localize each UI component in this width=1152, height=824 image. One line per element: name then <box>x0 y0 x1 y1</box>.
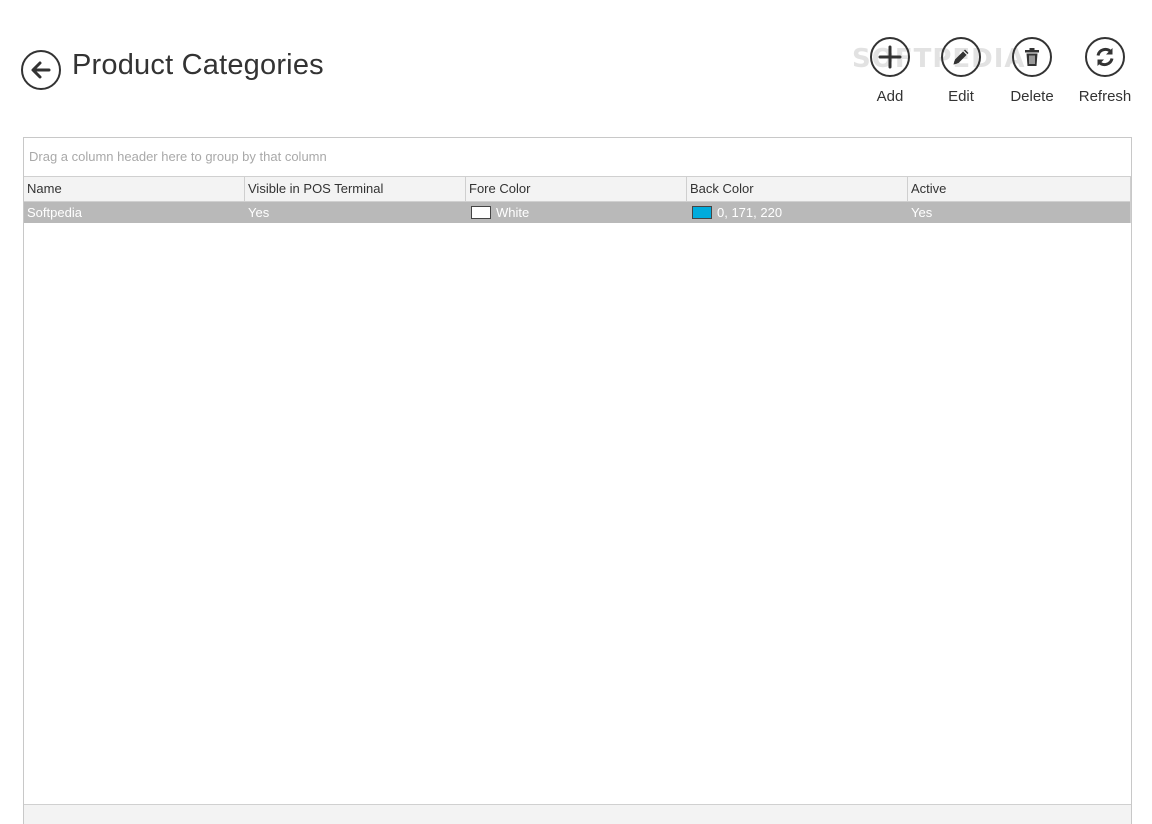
group-by-panel[interactable]: Drag a column header here to group by th… <box>24 138 1131 177</box>
refresh-label: Refresh <box>1078 88 1132 105</box>
cell-name: Softpedia <box>27 205 82 220</box>
column-header-visible[interactable]: Visible in POS Terminal <box>245 177 466 201</box>
column-header-back-color[interactable]: Back Color <box>687 177 908 201</box>
cell-fore-color: White <box>466 202 687 223</box>
grid-header: Name Visible in POS Terminal Fore Color … <box>24 177 1131 202</box>
product-categories-page: SOFTPEDIA Product Categories Add Edit De… <box>0 0 1152 824</box>
refresh-icon <box>1085 37 1125 77</box>
cell-back-color: 0, 171, 220 <box>687 202 908 223</box>
column-header-name[interactable]: Name <box>24 177 245 201</box>
add-label: Add <box>876 88 904 105</box>
table-row[interactable]: Softpedia Yes White 0, 171, 220 Yes <box>24 202 1131 223</box>
edit-label: Edit <box>948 88 974 105</box>
fore-color-swatch <box>471 206 491 219</box>
column-header-active[interactable]: Active <box>908 177 1131 201</box>
trash-icon <box>1012 37 1052 77</box>
delete-label: Delete <box>1010 88 1054 105</box>
grid-footer <box>24 804 1131 824</box>
delete-button[interactable]: Delete <box>996 37 1068 105</box>
cell-visible: Yes <box>248 205 270 220</box>
add-button[interactable]: Add <box>854 37 926 105</box>
categories-grid: Drag a column header here to group by th… <box>23 137 1132 824</box>
fore-color-value: White <box>496 205 530 220</box>
plus-icon <box>870 37 910 77</box>
refresh-button[interactable]: Refresh <box>1069 37 1141 105</box>
pencil-icon <box>941 37 981 77</box>
back-color-value: 0, 171, 220 <box>717 205 783 220</box>
edit-button[interactable]: Edit <box>925 37 997 105</box>
back-color-swatch <box>692 206 712 219</box>
cell-active: Yes <box>908 202 1131 223</box>
toolbar: Add Edit Delete Refresh <box>0 37 1152 117</box>
column-header-fore-color[interactable]: Fore Color <box>466 177 687 201</box>
